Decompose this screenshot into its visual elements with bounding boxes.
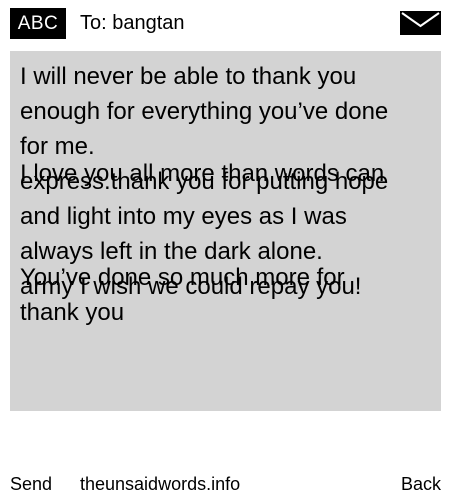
back-button[interactable]: Back (401, 470, 441, 498)
input-mode-badge[interactable]: ABC (10, 8, 66, 39)
site-label: theunsaidwords.info (80, 474, 241, 494)
message-line: enough for everything you’ve done (20, 98, 389, 125)
send-button[interactable]: Send (10, 470, 52, 498)
message-line: and light into my eyes as I was (20, 203, 347, 230)
envelope-icon (400, 11, 441, 35)
message-header: ABC To: bangtan (0, 0, 450, 46)
message-line: thank you (20, 299, 125, 326)
softkey-bar: Send theunsaidwords.info Back (0, 470, 450, 498)
message-body[interactable]: I will never be able to thank you enough… (10, 51, 441, 411)
message-line: I will never be able to thank you (20, 63, 357, 90)
message-line: express.thank you for putting hope (20, 168, 389, 195)
recipient-field[interactable]: To: bangtan (80, 11, 185, 35)
